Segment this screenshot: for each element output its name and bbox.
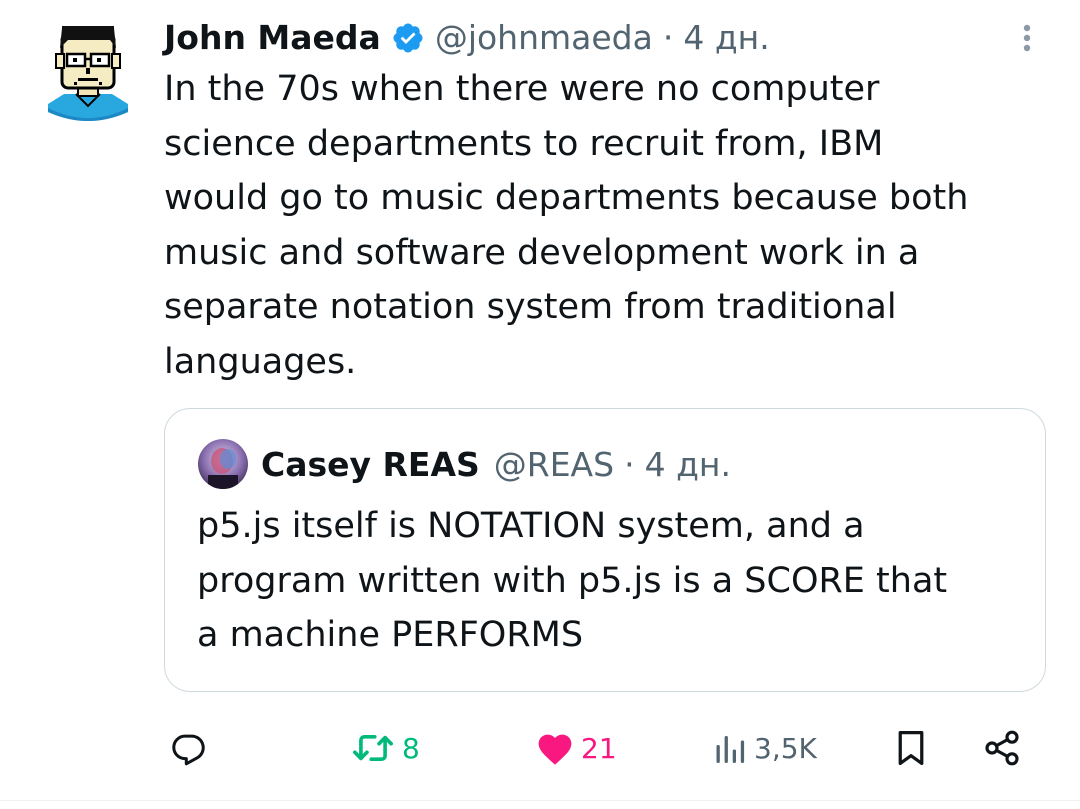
author-name[interactable]: John Maeda [164, 16, 381, 60]
quote-header-separator: · [624, 444, 635, 484]
quote-timestamp[interactable]: 4 дн. [645, 445, 731, 484]
views-button[interactable]: 3,5K [712, 718, 817, 778]
author-avatar[interactable] [40, 18, 136, 124]
share-button[interactable] [982, 718, 1022, 778]
views-icon [712, 730, 748, 766]
bookmark-icon [892, 728, 930, 768]
quoted-tweet[interactable]: Casey REAS @REAS · 4 дн. p5.js itself is… [164, 408, 1046, 692]
retweet-button[interactable]: 8 [350, 718, 420, 778]
tweet-timestamp[interactable]: 4 дн. [683, 16, 769, 60]
quote-text: p5.js itself is NOTATION system, and a p… [197, 506, 948, 655]
share-icon [982, 728, 1022, 768]
retweet-count: 8 [402, 731, 420, 765]
verified-badge-icon [391, 21, 425, 55]
bookmark-button[interactable] [892, 718, 930, 778]
author-handle[interactable]: @johnmaeda [435, 16, 653, 60]
quote-author-name[interactable]: Casey REAS [261, 445, 480, 484]
retweet-icon [350, 729, 396, 767]
quote-author-handle[interactable]: @REAS [494, 445, 614, 484]
quote-author-avatar [198, 439, 248, 489]
more-vertical-icon[interactable] [1012, 18, 1042, 58]
quote-header: Casey REAS @REAS · 4 дн. [261, 439, 731, 489]
reply-icon [170, 729, 208, 767]
like-count: 21 [581, 731, 617, 765]
heart-icon [535, 730, 575, 766]
action-bar: 8 21 3,5K [0, 718, 1080, 778]
like-button[interactable]: 21 [535, 718, 617, 778]
views-count: 3,5K [754, 731, 817, 765]
header-separator: · [662, 18, 674, 57]
tweet-header: John Maeda @johnmaeda · 4 дн. [164, 14, 770, 62]
reply-button[interactable] [170, 718, 208, 778]
tweet[interactable]: John Maeda @johnmaeda · 4 дн. In the 70s… [0, 0, 1080, 809]
bottom-divider [0, 800, 1080, 801]
tweet-text: In the 70s when there were no computer s… [164, 69, 969, 382]
